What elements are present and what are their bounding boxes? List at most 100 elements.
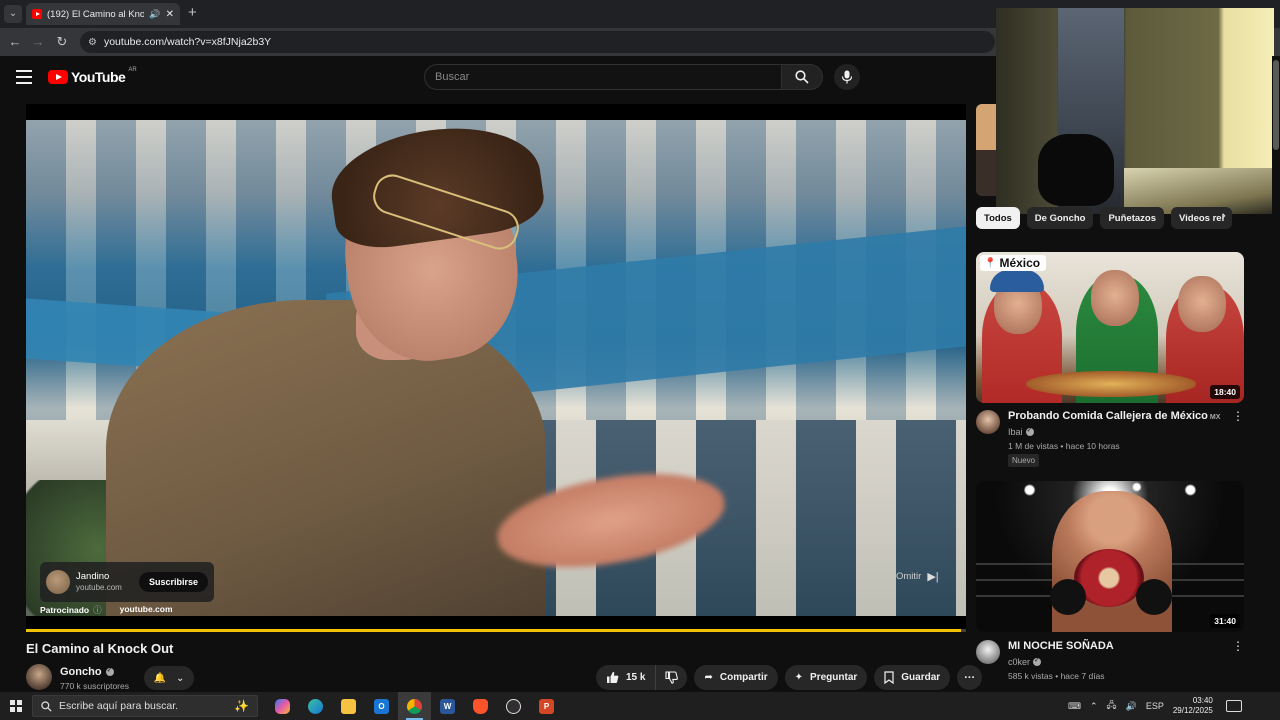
url-text: youtube.com/watch?v=x8fJNja2b3Y (103, 36, 272, 48)
file-explorer-app[interactable] (332, 692, 365, 720)
chevron-up-icon[interactable]: ⌃ (1090, 701, 1098, 712)
menu-icon[interactable] (16, 70, 32, 84)
sponsored-row: Patrocinado ⓘ youtube.com (40, 604, 173, 616)
recommendation-channel[interactable]: c0ker (1008, 656, 1042, 667)
chevron-down-icon: ⌄ (176, 672, 185, 684)
share-icon: ➦ (704, 672, 713, 683)
notifications-button[interactable]: 🔔 ⌄ (144, 666, 194, 690)
network-icon[interactable]: 🖧 (1107, 698, 1117, 714)
recommendation-title-link[interactable]: Probando Comida Callejera de México MX (1008, 410, 1220, 422)
address-bar[interactable]: ⚙ youtube.com/watch?v=x8fJNja2b3Y (80, 31, 995, 53)
forward-arrow-icon[interactable]: → (29, 33, 47, 51)
page-scrollbar[interactable] (1272, 56, 1280, 692)
sponsored-domain-link[interactable]: youtube.com (120, 604, 173, 616)
clock[interactable]: 03:40 29/12/2025 (1173, 696, 1213, 716)
word-icon: W (440, 698, 455, 714)
info-icon[interactable]: ⓘ (93, 605, 102, 615)
chip-punetazos[interactable]: Puñetazos (1100, 207, 1164, 229)
copilot-icon (275, 698, 290, 714)
reload-icon[interactable]: ↻ (53, 33, 71, 51)
sponsor-name: Jandino (76, 571, 110, 582)
dislike-button[interactable] (656, 665, 687, 690)
chevron-right-icon[interactable]: › (1222, 210, 1226, 222)
chip-todos[interactable]: Todos (976, 207, 1020, 229)
tab-title: (192) El Camino al Knock O (47, 8, 145, 20)
outlook-app[interactable]: O (365, 692, 398, 720)
brave-app[interactable] (464, 692, 497, 720)
taskbar-search-input[interactable]: Escribe aquí para buscar. ✨ (32, 695, 258, 717)
youtube-favicon-icon (32, 9, 42, 19)
channel-name-link[interactable]: Goncho (60, 666, 114, 678)
folder-icon (341, 698, 356, 714)
channel-avatar[interactable] (976, 410, 1000, 434)
powerpoint-icon: P (539, 698, 554, 714)
windows-start-icon[interactable] (10, 700, 22, 712)
video-frame[interactable] (26, 120, 966, 616)
sparkle-icon: ✦ (794, 672, 804, 683)
title-suffix: MX (1209, 414, 1221, 421)
tab-search-menu-button[interactable]: ⌄ (4, 5, 22, 23)
notifications-icon[interactable] (1225, 700, 1242, 712)
obs-app[interactable] (497, 692, 530, 720)
recommendation-thumbnail[interactable]: 31:40 (976, 481, 1244, 632)
sidebar-partial-card[interactable] (976, 104, 996, 196)
keyboard-icon[interactable]: ⌨ (1068, 701, 1081, 712)
recommendation-channel[interactable]: Ibai (1008, 426, 1034, 437)
site-info-icon[interactable]: ⚙ (88, 37, 97, 48)
chrome-app[interactable] (398, 692, 431, 720)
taskbar-apps: O W P (266, 692, 563, 720)
recommendation-title: Probando Comida Callejera de México (1008, 410, 1208, 422)
more-options-icon[interactable]: ⋮ (1232, 410, 1244, 422)
video-duration: 18:40 (1210, 385, 1240, 399)
save-button[interactable]: Guardar (874, 665, 951, 690)
copilot-app[interactable] (266, 692, 299, 720)
voice-search-button[interactable] (834, 64, 860, 90)
location-badge: 📍 México (980, 255, 1047, 271)
speaker-icon[interactable]: 🔊 (149, 9, 160, 20)
speaker-icon[interactable]: 🔊 (1126, 701, 1137, 712)
skip-label: Omitir (896, 571, 922, 582)
ad-progress-bar[interactable] (26, 629, 966, 632)
related-chips: Todos De Goncho Puñetazos Videos rel (976, 207, 1244, 229)
search-input[interactable]: Buscar (424, 64, 782, 90)
bookmark-icon (884, 671, 894, 684)
sponsor-domain: youtube.com (76, 583, 122, 592)
ad-sponsor-card[interactable]: Jandino youtube.com Suscribirse (40, 562, 214, 602)
logo-text: YouTube (71, 69, 126, 85)
ask-button[interactable]: ✦ Preguntar (784, 665, 868, 690)
thumbs-down-icon (665, 671, 679, 684)
skip-ad-button[interactable]: Omitir ▶| (896, 570, 939, 583)
like-dislike-group: 15 k (596, 665, 688, 690)
new-tab-button[interactable]: + (188, 5, 197, 21)
ad-subscribe-button[interactable]: Suscribirse (138, 572, 208, 592)
back-arrow-icon[interactable]: ← (6, 33, 24, 51)
edge-app[interactable] (299, 692, 332, 720)
sponsored-label: Patrocinado (40, 605, 90, 615)
recommendation-title-link[interactable]: MI NOCHE SOÑADA (1008, 640, 1114, 652)
country-code: AR (128, 67, 137, 73)
browser-tab[interactable]: (192) El Camino al Knock O 🔊 ✕ (26, 3, 180, 25)
microphone-icon (841, 70, 853, 84)
language-indicator[interactable]: ESP (1146, 701, 1164, 711)
more-actions-icon[interactable]: ··· (957, 665, 983, 690)
share-button[interactable]: ➦ Compartir (694, 665, 778, 690)
obs-icon (506, 698, 521, 714)
channel-avatar[interactable] (26, 664, 52, 690)
channel-avatar[interactable] (976, 640, 1000, 664)
like-button[interactable]: 15 k (596, 665, 657, 690)
close-tab-icon[interactable]: ✕ (166, 9, 174, 20)
search-button[interactable] (781, 64, 823, 90)
powerpoint-app[interactable]: P (530, 692, 563, 720)
recommendation-thumbnail[interactable]: 📍 México 18:40 (976, 252, 1244, 403)
more-options-icon[interactable]: ⋮ (1232, 640, 1244, 652)
word-app[interactable]: W (431, 692, 464, 720)
youtube-play-logo-icon (48, 70, 68, 84)
recommendation-channel-name: Ibai (1008, 427, 1023, 437)
video-player[interactable]: Jandino youtube.com Suscribirse Omitir ▶… (26, 104, 966, 632)
copilot-sparkle-icon[interactable]: ✨ (234, 699, 249, 713)
scrollbar-thumb[interactable] (1273, 60, 1279, 150)
location-badge-text: México (999, 256, 1041, 270)
youtube-logo[interactable]: YouTube AR (48, 67, 137, 85)
chip-de-goncho[interactable]: De Goncho (1026, 207, 1094, 229)
new-badge: Nuevo (1008, 454, 1040, 467)
